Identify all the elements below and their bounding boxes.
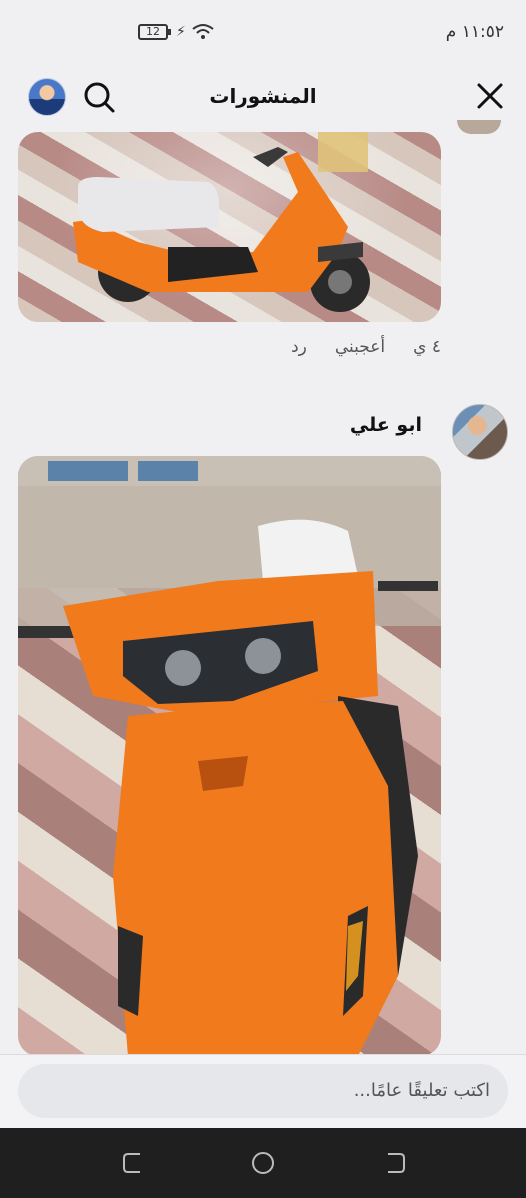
post-actions: ٤ ي أعجبني رد — [291, 337, 441, 357]
charging-icon: ⚡ — [176, 24, 186, 40]
wifi-icon — [192, 24, 214, 39]
status-bar: 12 ⚡ ١١:٥٢ م — [0, 0, 526, 64]
like-button[interactable]: أعجبني — [335, 337, 385, 357]
comment-author-avatar[interactable] — [452, 404, 508, 460]
status-time: ١١:٥٢ م — [445, 22, 504, 42]
home-icon[interactable] — [250, 1150, 276, 1176]
scooter-side-illustration — [73, 132, 370, 312]
comment-input[interactable]: اكتب تعليقًا عامًا... — [18, 1064, 508, 1118]
battery-icon: 12 — [138, 24, 171, 40]
comment-compose-bar: اكتب تعليقًا عامًا... — [0, 1054, 526, 1129]
post-photo-scooter-side[interactable] — [18, 132, 441, 322]
system-navigation-bar — [0, 1128, 526, 1198]
reply-button[interactable]: رد — [291, 337, 307, 357]
header: المنشورات — [0, 64, 526, 130]
previous-avatar-partial — [457, 120, 501, 134]
comment-author-name[interactable]: ابو علي — [350, 414, 422, 436]
back-icon[interactable] — [382, 1150, 408, 1176]
like-count: ٤ ي — [413, 337, 441, 357]
page-title: المنشورات — [209, 84, 317, 108]
status-icons: 12 ⚡ — [138, 22, 214, 42]
recent-apps-icon[interactable] — [120, 1150, 146, 1176]
scooter-front-illustration — [18, 456, 441, 1056]
comment-photo-scooter-front[interactable] — [18, 456, 441, 1056]
close-icon[interactable] — [476, 82, 504, 110]
